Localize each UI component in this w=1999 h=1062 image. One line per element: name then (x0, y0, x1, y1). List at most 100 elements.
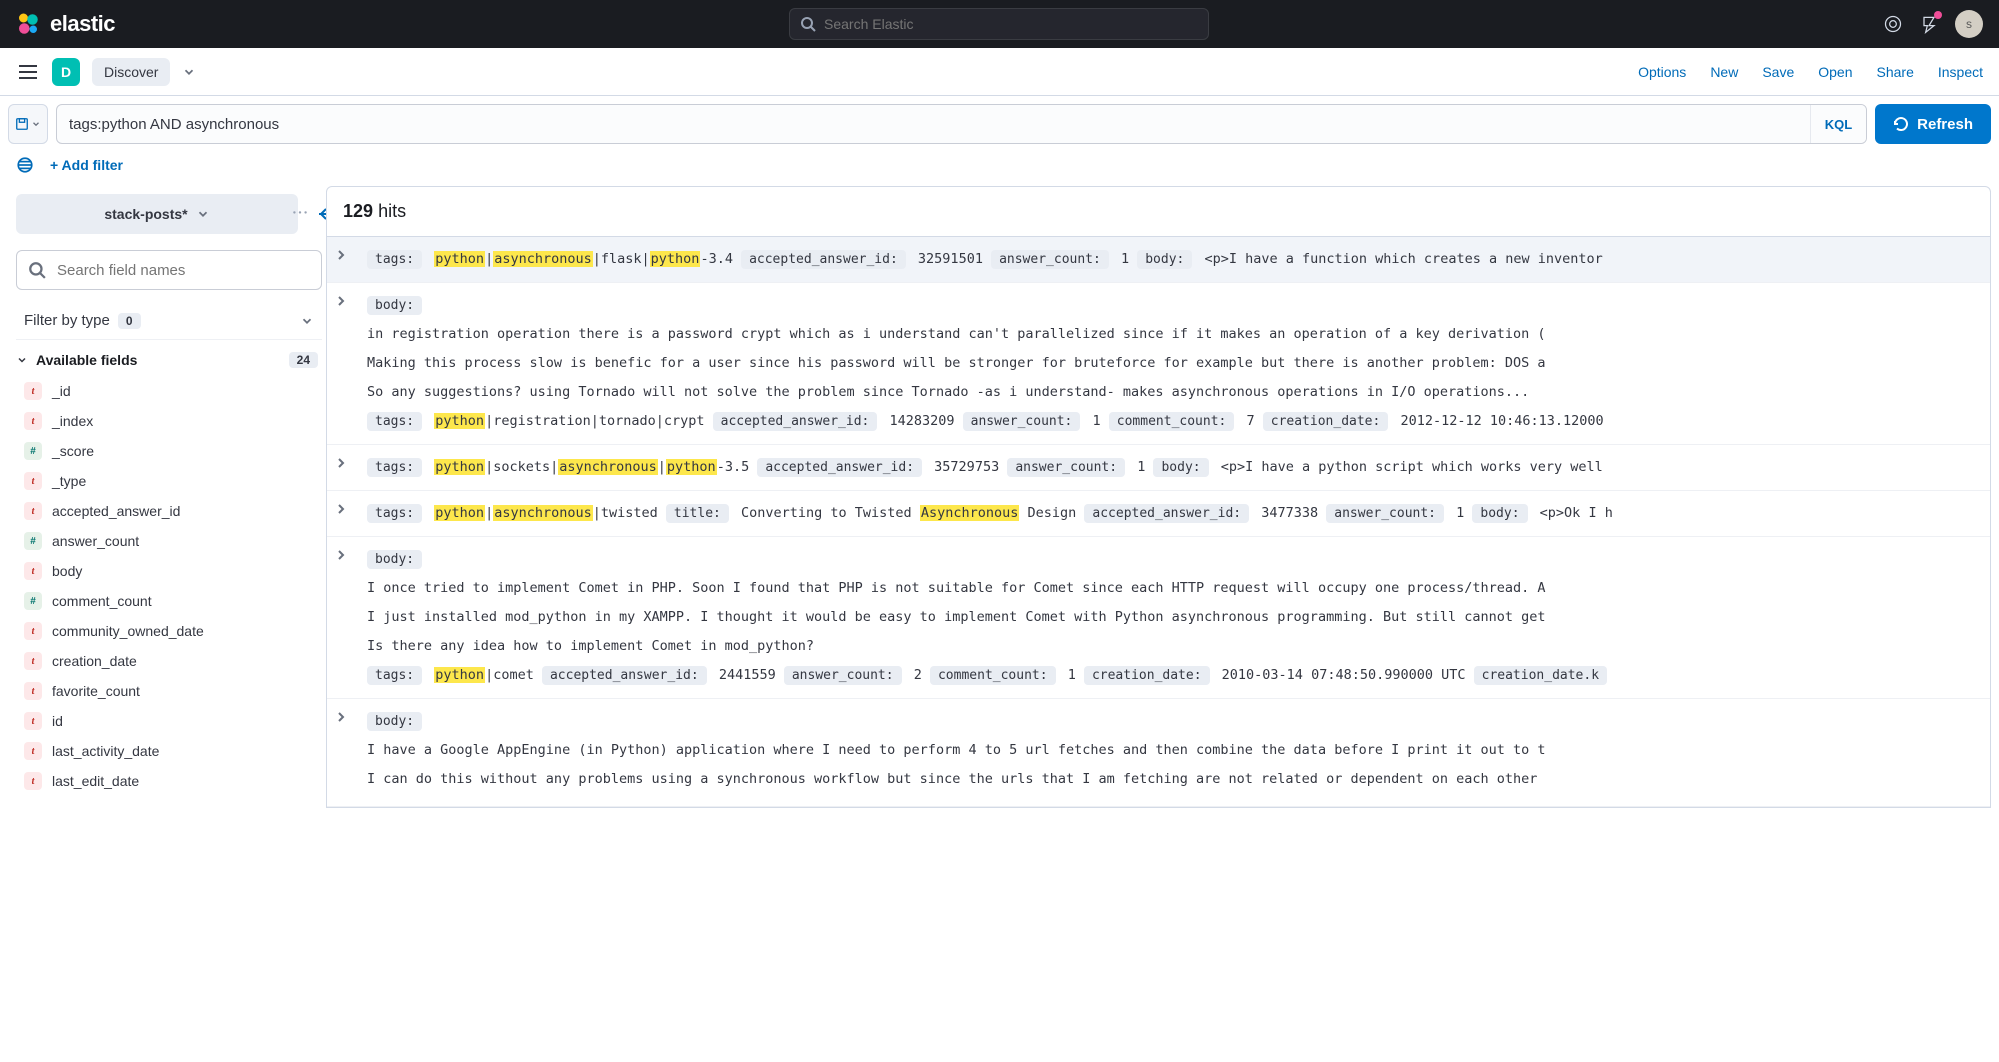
inspect-link[interactable]: Inspect (1938, 64, 1983, 80)
open-link[interactable]: Open (1818, 64, 1852, 80)
field-search-input[interactable] (16, 250, 322, 290)
doc-source: tags: python|asynchronous|twisted title:… (359, 491, 1990, 536)
field-item[interactable]: #answer_count (16, 526, 326, 556)
elastic-logo-icon (16, 12, 40, 36)
field-type-token: t (24, 562, 42, 580)
brand-text: elastic (50, 11, 115, 37)
field-type-token: t (24, 772, 42, 790)
table-row[interactable]: tags: python|asynchronous|twisted title:… (327, 491, 1990, 537)
options-link[interactable]: Options (1638, 64, 1686, 80)
field-item[interactable]: t _id (16, 376, 326, 406)
collapse-sidebar-icon[interactable] (316, 206, 326, 222)
app-switcher-button[interactable]: Discover (92, 58, 170, 86)
global-search-input[interactable] (824, 16, 1198, 32)
field-item[interactable]: tid (16, 706, 326, 736)
filter-by-type-toggle[interactable]: Filter by type 0 (16, 302, 322, 340)
field-item[interactable]: t accepted_answer_id (16, 496, 326, 526)
table-row[interactable]: tags: python|asynchronous|flask|python-3… (327, 237, 1990, 283)
field-type-token: t (24, 712, 42, 730)
field-name: _id (52, 383, 71, 399)
expand-row-icon[interactable] (327, 491, 359, 536)
save-link[interactable]: Save (1762, 64, 1794, 80)
new-link[interactable]: New (1710, 64, 1738, 80)
field-type-token: t (24, 622, 42, 640)
field-type-token: t (24, 652, 42, 670)
global-header: elastic s (0, 0, 1999, 48)
filter-icon[interactable] (16, 156, 34, 174)
table-row[interactable]: body:in registration operation there is … (327, 283, 1990, 445)
field-type-token: t (24, 742, 42, 760)
notification-dot (1934, 11, 1942, 19)
filter-bar: + Add filter (0, 152, 1999, 186)
refresh-button[interactable]: Refresh (1875, 104, 1991, 144)
field-item[interactable]: tbody (16, 556, 326, 586)
field-item[interactable]: tlast_activity_date (16, 736, 326, 766)
help-icon[interactable] (1883, 14, 1903, 34)
field-type-token: # (24, 532, 42, 550)
doc-source: tags: python|asynchronous|flask|python-3… (359, 237, 1990, 282)
field-name: _index (52, 413, 93, 429)
field-name: accepted_answer_id (52, 503, 180, 519)
share-link[interactable]: Share (1877, 64, 1914, 80)
field-item[interactable]: t_type (16, 466, 326, 496)
field-item[interactable]: t _index (16, 406, 326, 436)
menu-toggle-icon[interactable] (16, 60, 40, 84)
field-list: t_idt_index#_scoret_typetaccepted_answer… (16, 376, 326, 796)
logo[interactable]: elastic (16, 11, 115, 37)
query-bar: KQL Refresh (0, 96, 1999, 152)
field-type-token: t (24, 382, 42, 400)
field-name: _score (52, 443, 94, 459)
field-name: favorite_count (52, 683, 140, 699)
drag-handle-icon[interactable] (292, 209, 308, 219)
available-fields-header[interactable]: Available fields 24 (16, 340, 326, 376)
field-type-token: t (24, 682, 42, 700)
results-area: 129 hits tags: python|asynchronous|flask… (326, 186, 1999, 1048)
news-icon[interactable] (1919, 14, 1939, 34)
available-fields-count: 24 (289, 352, 318, 368)
expand-row-icon[interactable] (327, 283, 359, 444)
field-item[interactable]: t creation_date (16, 646, 326, 676)
expand-row-icon[interactable] (327, 237, 359, 282)
query-language-switcher[interactable]: KQL (1810, 105, 1866, 143)
field-name: creation_date (52, 653, 137, 669)
field-name: last_edit_date (52, 773, 139, 789)
global-search-wrap (115, 8, 1883, 40)
add-filter-button[interactable]: + Add filter (50, 157, 123, 173)
query-input-wrap: KQL (56, 104, 1867, 144)
field-type-token: t (24, 502, 42, 520)
doc-source: body:I once tried to implement Comet in … (359, 537, 1990, 698)
search-icon (800, 16, 816, 32)
search-icon (28, 261, 46, 279)
field-item[interactable]: #comment_count (16, 586, 326, 616)
app-badge: D (52, 58, 80, 86)
table-row[interactable]: body:I once tried to implement Comet in … (327, 537, 1990, 699)
global-search-box[interactable] (789, 8, 1209, 40)
saved-query-button[interactable] (8, 104, 48, 144)
query-input[interactable] (57, 105, 1810, 143)
doc-source: body:in registration operation there is … (359, 283, 1990, 444)
chevron-down-icon[interactable] (182, 65, 196, 79)
app-toolbar: D Discover Options New Save Open Share I… (0, 48, 1999, 96)
field-item[interactable]: t favorite_count (16, 676, 326, 706)
index-pattern-selector[interactable]: stack-posts* (16, 194, 298, 234)
field-item[interactable]: #_score (16, 436, 326, 466)
hits-header: 129 hits (326, 186, 1991, 237)
table-row[interactable]: body:I have a Google AppEngine (in Pytho… (327, 699, 1990, 807)
chevron-down-icon (300, 314, 314, 328)
chevron-down-icon (31, 119, 41, 129)
doc-source: body:I have a Google AppEngine (in Pytho… (359, 699, 1990, 806)
field-name: comment_count (52, 593, 152, 609)
table-row[interactable]: tags: python|sockets|asynchronous|python… (327, 445, 1990, 491)
fields-sidebar: stack-posts* Filter by type 0 Available … (0, 186, 326, 1048)
avatar[interactable]: s (1955, 10, 1983, 38)
field-name: body (52, 563, 82, 579)
expand-row-icon[interactable] (327, 537, 359, 698)
expand-row-icon[interactable] (327, 699, 359, 806)
document-table[interactable]: tags: python|asynchronous|flask|python-3… (326, 237, 1991, 808)
chevron-down-icon (16, 354, 28, 366)
field-name: _type (52, 473, 86, 489)
field-item[interactable]: tcommunity_owned_date (16, 616, 326, 646)
field-type-token: t (24, 412, 42, 430)
expand-row-icon[interactable] (327, 445, 359, 490)
field-item[interactable]: t last_edit_date (16, 766, 326, 796)
